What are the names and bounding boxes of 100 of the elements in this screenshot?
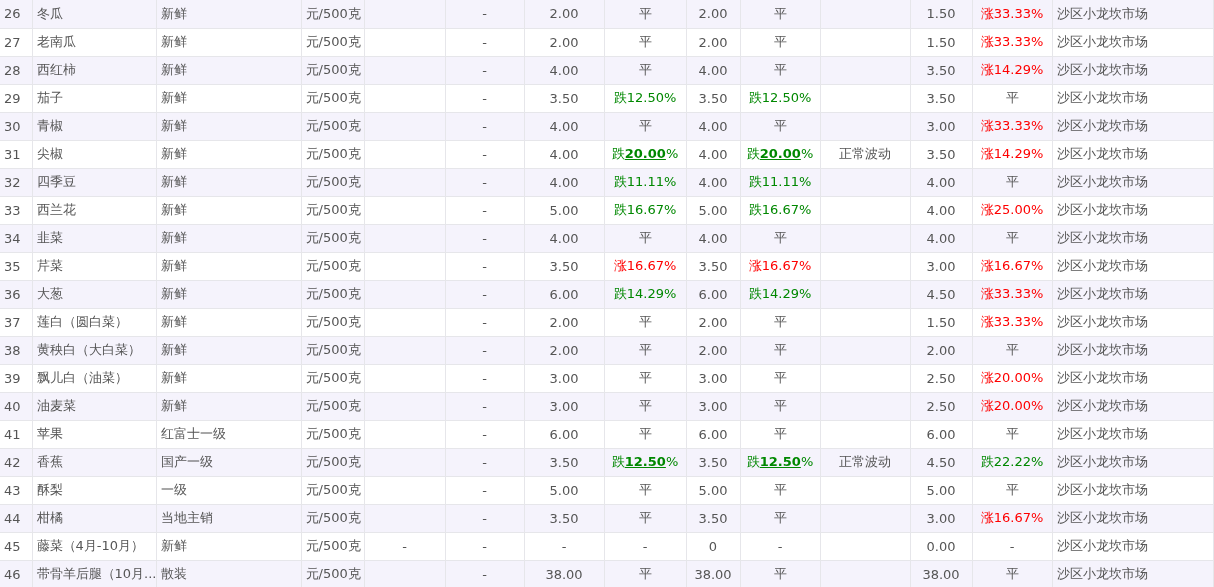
price-text: 3.00 [549,370,579,386]
row-number: 26 [4,6,21,22]
price-text: 3.00 [549,398,579,414]
change-text: 平 [773,482,787,497]
price-text: 2.00 [549,34,579,50]
market-name: 沙区小龙坎市场 [1056,286,1148,301]
market-name: 沙区小龙坎市场 [1056,62,1148,77]
market-name: 沙区小龙坎市场 [1056,230,1148,245]
note-text: 正常波动 [839,146,891,161]
change-text: 平 [1005,230,1019,245]
change-text: 平 [638,230,652,245]
price-text: 2.50 [926,370,956,386]
price-text: 3.00 [926,510,956,526]
price-text: 3.50 [698,510,728,526]
change-text: 涨14.29% [980,62,1044,77]
table-cell: - [482,566,487,582]
product-spec: 新鲜 [160,286,187,301]
market-name: 沙区小龙坎市场 [1056,482,1148,497]
row-number: 45 [4,538,21,554]
table-cell: - [482,118,487,134]
change-text: 平 [638,482,652,497]
row-number: 40 [4,398,21,414]
change-text: 平 [773,34,787,49]
change-text: - [642,538,648,554]
table-cell: - [482,538,487,554]
product-spec: 红富士一级 [160,426,226,441]
change-text: 平 [638,510,652,525]
price-text: 0 [708,538,718,554]
change-text: 跌16.67% [613,202,677,217]
price-text: 2.00 [698,314,728,330]
market-name: 沙区小龙坎市场 [1056,510,1148,525]
unit-text: 元/500克 [305,454,361,469]
row-number: 36 [4,286,21,302]
market-name: 沙区小龙坎市场 [1056,146,1148,161]
change-text: 涨33.33% [980,314,1044,329]
unit-text: 元/500克 [305,426,361,441]
unit-text: 元/500克 [305,482,361,497]
change-text: 平 [773,510,787,525]
market-name: 沙区小龙坎市场 [1056,314,1148,329]
change-text: - [777,538,783,554]
change-text: 跌11.11% [748,174,812,189]
price-text: 2.00 [698,6,728,22]
price-text: 3.00 [926,258,956,274]
market-name: 沙区小龙坎市场 [1056,566,1148,581]
change-text: 平 [773,62,787,77]
unit-text: 元/500克 [305,398,361,413]
price-text: 3.50 [549,258,579,274]
table-cell: - [482,174,487,190]
row-number: 42 [4,454,21,470]
price-text: 6.00 [926,426,956,442]
unit-text: 元/500克 [305,230,361,245]
price-text: 1.50 [926,34,956,50]
row-number: 32 [4,174,21,190]
price-text: 1.50 [926,6,956,22]
product-spec: 新鲜 [160,314,187,329]
price-text: 4.00 [698,230,728,246]
change-text: 平 [773,370,787,385]
price-text: 3.50 [698,90,728,106]
price-text: 6.00 [698,426,728,442]
price-text: 4.00 [698,146,728,162]
table-cell: - [482,230,487,246]
market-name: 沙区小龙坎市场 [1056,398,1148,413]
table-cell: - [402,538,407,554]
product-spec: 国产一级 [160,454,213,469]
change-text: 平 [638,398,652,413]
table-cell: - [482,34,487,50]
table-cell: - [482,286,487,302]
change-text: 平 [638,342,652,357]
product-spec: 新鲜 [160,90,187,105]
change-text: 平 [638,5,652,21]
row-number: 41 [4,426,21,442]
table-cell: - [482,454,487,470]
row-number: 43 [4,482,21,498]
change-text: 涨25.00% [980,202,1044,217]
change-text: 涨20.00% [980,398,1044,413]
change-text: 涨14.29% [980,146,1044,161]
change-text: 平 [1005,90,1019,105]
change-text: 涨16.67% [980,510,1044,525]
market-name: 沙区小龙坎市场 [1056,202,1148,217]
table-cell: - [482,482,487,498]
product-spec: 新鲜 [160,118,187,133]
product-spec: 当地主销 [160,510,213,525]
change-text: 跌14.29% [748,286,812,301]
row-number: 30 [4,118,21,134]
market-name: 沙区小龙坎市场 [1056,34,1148,49]
row-number: 33 [4,202,21,218]
change-text: 平 [773,314,787,329]
change-text: 涨20.00% [980,370,1044,385]
market-name: 沙区小龙坎市场 [1056,90,1148,105]
table-cell: - [482,90,487,106]
price-text: 5.00 [549,482,579,498]
price-text: 3.50 [549,510,579,526]
product-name: 老南瓜 [36,34,76,49]
price-text: 2.50 [926,398,956,414]
price-text: 4.50 [926,286,956,302]
change-text: 跌12.50% [746,454,814,469]
row-number: 35 [4,258,21,274]
market-name: 沙区小龙坎市场 [1056,258,1148,273]
product-name: 苹果 [36,426,63,441]
price-text: 3.50 [549,454,579,470]
